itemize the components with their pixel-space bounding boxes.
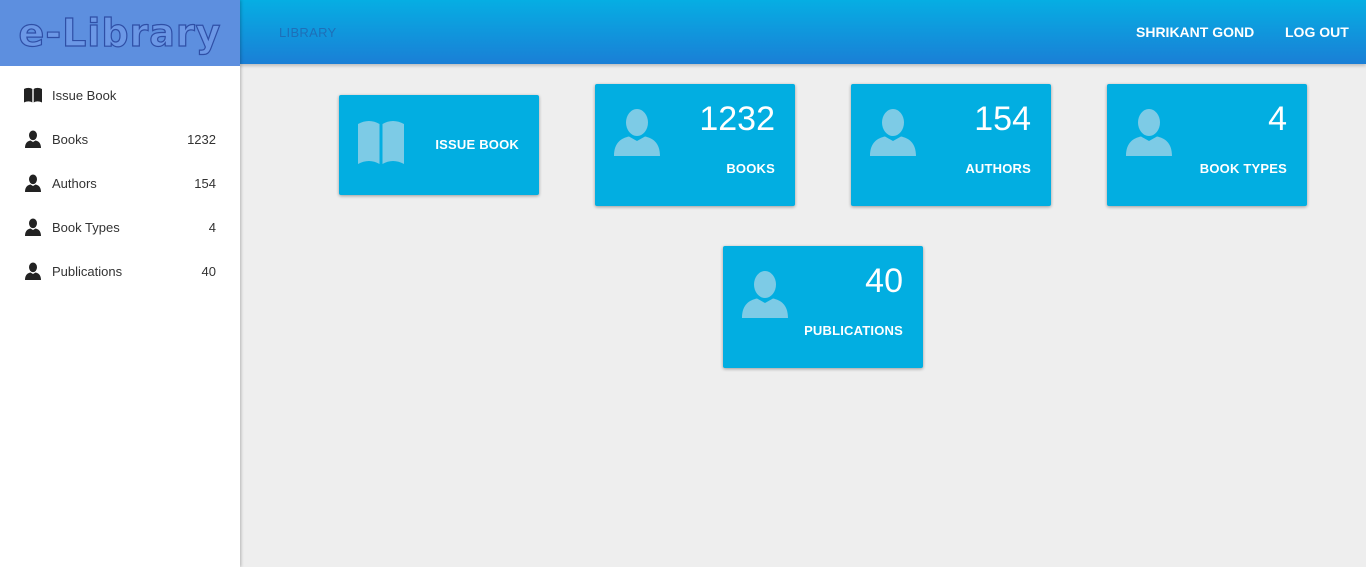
card-label: BOOK TYPES <box>1199 161 1287 176</box>
sidebar-item-label: Books <box>52 131 89 147</box>
book-types-card[interactable]: 4 BOOK TYPES <box>1107 84 1307 206</box>
sidebar-item-label: Issue Book <box>52 87 117 103</box>
issue-book-card[interactable]: ISSUE BOOK <box>339 95 539 195</box>
card-label: AUTHORS <box>965 161 1031 176</box>
sidebar-item-count: 40 <box>201 263 216 279</box>
person-icon <box>22 260 44 282</box>
book-open-icon <box>22 84 44 106</box>
card-label: ISSUE BOOK <box>435 137 519 152</box>
person-icon <box>22 216 44 238</box>
user-name-link[interactable]: SHRIKANT GOND <box>1136 24 1254 40</box>
books-card[interactable]: 1232 BOOKS <box>595 84 795 206</box>
authors-card[interactable]: 154 AUTHORS <box>851 84 1051 206</box>
card-count: 154 <box>974 100 1031 138</box>
sidebar-item-label: Book Types <box>52 219 120 235</box>
person-icon <box>741 270 789 323</box>
sidebar-item-label: Authors <box>52 175 97 191</box>
top-app-bar: LIBRARY SHRIKANT GOND LOG OUT <box>240 0 1366 64</box>
card-label: BOOKS <box>726 161 775 176</box>
sidebar-item-issue-book[interactable]: Issue Book <box>0 73 240 117</box>
sidebar: e-Library Issue Book Books 1232 Authors … <box>0 0 240 567</box>
sidebar-item-count: 1232 <box>187 131 216 147</box>
card-count: 4 <box>1268 100 1287 138</box>
sidebar-item-count: 154 <box>194 175 216 191</box>
logo[interactable]: e-Library <box>0 0 240 66</box>
sidebar-item-label: Publications <box>52 263 123 279</box>
book-open-icon <box>357 120 405 171</box>
person-icon <box>22 172 44 194</box>
card-count: 1232 <box>699 100 775 138</box>
logout-button[interactable]: LOG OUT <box>1285 24 1349 40</box>
logo-text: e-Library <box>18 11 222 55</box>
sidebar-item-publications[interactable]: Publications 40 <box>0 249 240 293</box>
person-icon <box>1125 108 1173 161</box>
person-icon <box>22 128 44 150</box>
person-icon <box>869 108 917 161</box>
sidebar-item-books[interactable]: Books 1232 <box>0 117 240 161</box>
sidebar-item-count: 4 <box>208 219 216 235</box>
sidebar-item-book-types[interactable]: Book Types 4 <box>0 205 240 249</box>
person-icon <box>613 108 661 161</box>
publications-card[interactable]: 40 PUBLICATIONS <box>723 246 923 368</box>
card-label: PUBLICATIONS <box>804 323 903 338</box>
sidebar-item-authors[interactable]: Authors 154 <box>0 161 240 205</box>
card-count: 40 <box>865 262 903 300</box>
page-title: LIBRARY <box>279 25 337 40</box>
sidebar-nav: Issue Book Books 1232 Authors 154 Book T… <box>0 73 240 293</box>
